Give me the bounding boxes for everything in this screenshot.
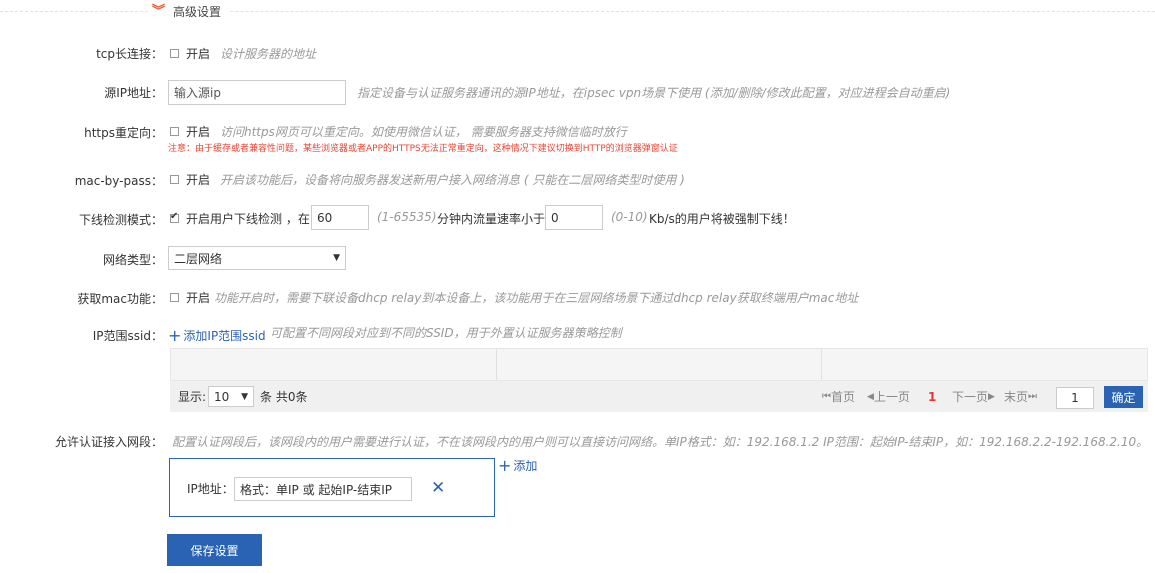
source-ip-input[interactable]: 输入源ip <box>168 80 346 105</box>
add-ip-ssid-label: 添加IP范围ssid <box>183 329 266 343</box>
ip-ssid-pager: 显示: 10 ▼ 条 共0条 ⏮ 首页 ◀ 上一页 1 下一页 ▶ 末页 ⏭ 1… <box>170 381 1148 412</box>
pager-next-button[interactable]: 下一页 ▶ <box>952 381 995 412</box>
add-ip-label: 添加 <box>513 459 538 473</box>
pager-last-label: 末页 <box>1004 390 1029 404</box>
network-type-select[interactable]: 二层网络 ▼ <box>168 246 346 270</box>
pager-last-button[interactable]: 末页 ⏭ <box>1004 381 1037 412</box>
dropdown-arrow-icon: ▼ <box>333 253 340 263</box>
first-page-icon: ⏮ <box>822 391 831 402</box>
ip-ssid-hint: 可配置不同网段对应到不同的SSID，用于外置认证服务器策略控制 <box>270 326 622 340</box>
mac-bypass-checkbox-label: 开启 <box>186 173 211 187</box>
tcp-checkbox[interactable] <box>170 49 179 58</box>
allowed-hint: 配置认证网段后，该网段内的用户需要进行认证，不在该网段内的用户则可以直接访问网络… <box>172 435 1149 449</box>
offline-range-2: (0-10) <box>611 210 648 224</box>
table-column-divider <box>821 349 822 380</box>
network-type-value: 二层网络 <box>174 251 223 266</box>
offline-label: 下线检测模式： <box>78 213 163 227</box>
pager-prev-label: 上一页 <box>873 390 910 404</box>
source-ip-label: 源IP地址： <box>104 86 163 100</box>
offline-text-3: Kb/s的用户将被强制下线！ <box>649 212 795 226</box>
page-number-input[interactable]: 1 <box>1056 387 1094 409</box>
https-label: https重定向： <box>84 126 163 140</box>
offline-rate-input[interactable]: 0 <box>545 205 603 230</box>
ip-address-input[interactable]: 格式：单IP 或 起始IP-结束IP <box>234 477 412 501</box>
mac-bypass-checkbox[interactable] <box>170 175 179 184</box>
next-page-icon: ▶ <box>988 391 995 402</box>
section-header[interactable]: ︾ 高级设置 <box>148 3 230 20</box>
https-checkbox-label: 开启 <box>186 125 211 139</box>
network-type-label: 网络类型： <box>102 253 163 267</box>
pager-confirm-button[interactable]: 确定 <box>1104 386 1143 408</box>
get-mac-checkbox[interactable] <box>170 293 179 302</box>
ip-address-label: IP地址： <box>187 482 234 496</box>
https-checkbox[interactable] <box>170 127 179 136</box>
pager-first-label: 首页 <box>831 390 856 404</box>
pager-next-label: 下一页 <box>952 390 989 404</box>
https-warning: 注意：由于缓存或者兼容性问题，某些浏览器或者APP的HTTPS无法正常重定向，这… <box>168 144 678 154</box>
pager-count-text: 条 共0条 <box>260 390 308 404</box>
ip-entry-box: IP地址： 格式：单IP 或 起始IP-结束IP ✕ <box>169 458 495 517</box>
table-column-divider <box>496 349 497 380</box>
plus-icon: + <box>498 455 512 475</box>
tcp-checkbox-label: 开启 <box>186 47 211 61</box>
mac-bypass-hint: 开启该功能后，设备将向服务器发送新用户接入网络消息 ( 只能在二层网络类型时使用… <box>220 173 685 187</box>
tcp-hint: 设计服务器的地址 <box>220 47 317 61</box>
offline-range-1: (1-65535) <box>377 210 437 224</box>
allowed-label: 允许认证接入网段： <box>54 435 163 449</box>
prev-page-icon: ◀ <box>867 391 874 402</box>
pager-current-page[interactable]: 1 <box>928 381 936 412</box>
source-ip-hint: 指定设备与认证服务器通讯的源IP地址，在ipsec vpn场景下使用 (添加/删… <box>357 86 951 100</box>
section-title: 高级设置 <box>173 5 222 19</box>
get-mac-hint: 功能开启时，需要下联设备dhcp relay到本设备上，该功能用于在三层网络场景… <box>214 291 859 305</box>
save-settings-button[interactable]: 保存设置 <box>167 534 262 566</box>
remove-ip-icon[interactable]: ✕ <box>431 477 445 499</box>
https-hint: 访问https网页可以重定向。如使用微信认证， 需要服务器支持微信临时放行 <box>220 125 627 139</box>
page-size-select[interactable]: 10 ▼ <box>208 386 254 407</box>
add-ip-ssid-button[interactable]: + 添加IP范围ssid <box>168 327 266 344</box>
offline-text-1: 开启用户下线检测 ，在 <box>186 212 310 226</box>
pager-prev-button[interactable]: ◀ 上一页 <box>867 381 910 412</box>
tcp-label: tcp长连接： <box>96 47 163 61</box>
get-mac-checkbox-label: 开启 <box>186 291 211 305</box>
offline-minutes-input[interactable]: 60 <box>311 205 369 230</box>
offline-text-2: 分钟内流量速率小于 <box>437 212 546 226</box>
pager-show-label: 显示: <box>178 390 207 404</box>
ip-ssid-table <box>170 348 1148 381</box>
last-page-icon: ⏭ <box>1028 391 1038 402</box>
ip-ssid-label: IP范围ssid： <box>92 329 163 343</box>
pager-first-button[interactable]: ⏮ 首页 <box>822 381 855 412</box>
dropdown-arrow-icon: ▼ <box>241 391 248 402</box>
page-size-value: 10 <box>214 389 230 404</box>
get-mac-label: 获取mac功能： <box>77 292 163 306</box>
mac-bypass-label: mac-by-pass： <box>74 174 163 188</box>
plus-icon: + <box>168 325 182 345</box>
offline-checkbox[interactable] <box>170 211 179 223</box>
double-chevron-down-icon: ︾ <box>152 3 166 19</box>
add-ip-button[interactable]: + 添加 <box>498 457 537 474</box>
